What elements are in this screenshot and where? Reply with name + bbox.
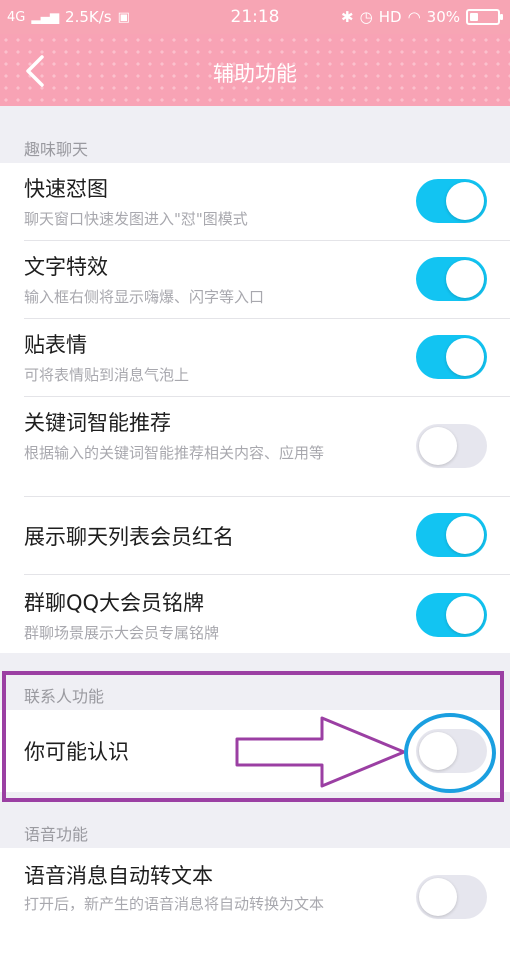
setting-title: 关键词智能推荐 <box>24 411 171 435</box>
setting-row[interactable]: 快速怼图 聊天窗口快速发图进入"怼"图模式 <box>0 163 510 240</box>
setting-title: 贴表情 <box>24 333 87 357</box>
setting-title: 展示聊天列表会员红名 <box>24 525 234 549</box>
toggle-vip-badge[interactable] <box>416 593 487 637</box>
setting-row[interactable]: 关键词智能推荐 根据输入的关键词智能推荐相关内容、应用等 <box>0 397 510 496</box>
contacts-group: 你可能认识 <box>0 710 510 792</box>
setting-subtitle: 群聊场景展示大会员专属铭牌 <box>24 624 220 642</box>
toggle-keyword-recommend[interactable] <box>416 424 487 468</box>
toggle-vip-red-name[interactable] <box>416 513 487 557</box>
battery-icon <box>466 9 503 25</box>
setting-title: 语音消息自动转文本 <box>24 864 213 888</box>
section-label-fun-chat: 趣味聊天 <box>24 140 89 159</box>
setting-row[interactable]: 群聊QQ大会员铭牌 群聊场景展示大会员专属铭牌 <box>0 575 510 653</box>
setting-subtitle: 打开后，新产生的语音消息将自动转换为文本 <box>24 895 325 913</box>
fun-chat-group: 快速怼图 聊天窗口快速发图进入"怼"图模式 文字特效 输入框右侧将显示嗨爆、闪字… <box>0 163 510 653</box>
setting-subtitle: 可将表情贴到消息气泡上 <box>24 366 190 384</box>
toggle-quick-image[interactable] <box>416 179 487 223</box>
status-bar: 4G ▂▄▆ 2.5K/s ▣ 21:18 ✱ ◷ HD ◠ 30% <box>0 0 510 34</box>
setting-row[interactable]: 文字特效 输入框右侧将显示嗨爆、闪字等入口 <box>0 241 510 318</box>
battery-percent: 30% <box>426 8 460 26</box>
setting-row[interactable]: 贴表情 可将表情贴到消息气泡上 <box>0 319 510 396</box>
hd-indicator: HD <box>378 8 402 26</box>
alarm-icon: ◷ <box>359 8 373 26</box>
setting-row[interactable]: 展示聊天列表会员红名 <box>0 497 510 574</box>
setting-title: 文字特效 <box>24 255 108 279</box>
setting-row[interactable]: 语音消息自动转文本 打开后，新产生的语音消息将自动转换为文本 <box>0 848 510 960</box>
setting-title: 你可能认识 <box>24 740 129 764</box>
toggle-text-effects[interactable] <box>416 257 487 301</box>
setting-row[interactable]: 你可能认识 <box>0 710 510 792</box>
voice-group: 语音消息自动转文本 打开后，新产生的语音消息将自动转换为文本 <box>0 848 510 960</box>
page-title: 辅助功能 <box>213 62 297 86</box>
toggle-people-you-may-know[interactable] <box>416 729 487 773</box>
section-label-contacts: 联系人功能 <box>24 687 105 706</box>
setting-subtitle: 根据输入的关键词智能推荐相关内容、应用等 <box>24 444 325 462</box>
wifi-icon: ◠ <box>407 8 421 26</box>
toggle-voice-to-text[interactable] <box>416 875 487 919</box>
setting-subtitle: 输入框右侧将显示嗨爆、闪字等入口 <box>24 288 265 306</box>
section-label-voice: 语音功能 <box>24 825 89 844</box>
setting-subtitle: 聊天窗口快速发图进入"怼"图模式 <box>24 210 248 228</box>
bluetooth-icon: ✱ <box>341 8 354 26</box>
setting-title: 快速怼图 <box>24 177 108 201</box>
setting-title: 群聊QQ大会员铭牌 <box>24 591 205 615</box>
title-bar: 辅助功能 <box>0 34 510 106</box>
toggle-stickers[interactable] <box>416 335 487 379</box>
